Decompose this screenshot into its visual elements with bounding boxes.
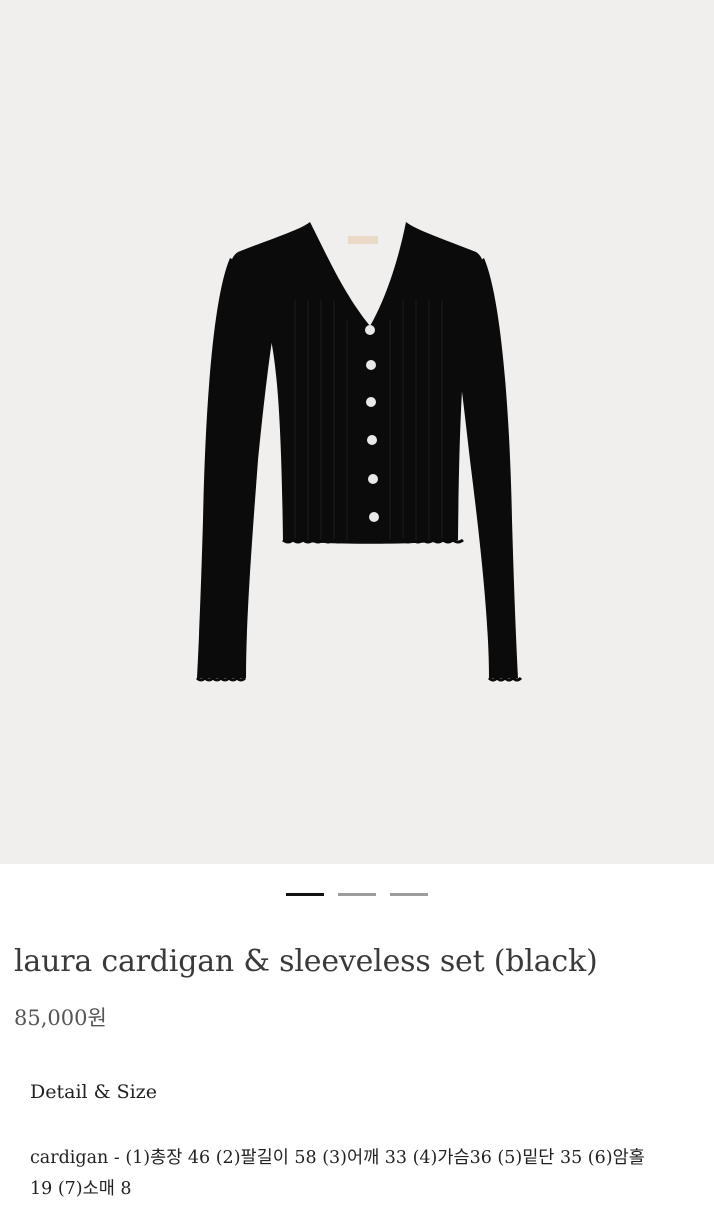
- product-title: laura cardigan & sleeveless set (black): [14, 944, 598, 979]
- size-line-2: 19 (7)소매 8: [30, 1179, 132, 1199]
- product-image[interactable]: [0, 0, 714, 864]
- cardigan-body: [231, 222, 483, 544]
- size-line-1: cardigan - (1)총장 46 (2)팔길이 58 (3)어깨 33 (…: [30, 1148, 645, 1168]
- product-price: 85,000원: [14, 1006, 107, 1030]
- collar-label: [348, 236, 378, 244]
- carousel-indicators: [0, 893, 714, 896]
- carousel-dot-2[interactable]: [338, 893, 376, 896]
- cardigan-illustration: [195, 222, 523, 682]
- carousel-dot-3[interactable]: [390, 893, 428, 896]
- size-description: cardigan - (1)총장 46 (2)팔길이 58 (3)어깨 33 (…: [30, 1143, 714, 1205]
- detail-size-heading: Detail & Size: [30, 1081, 157, 1103]
- carousel-dot-1[interactable]: [286, 893, 324, 896]
